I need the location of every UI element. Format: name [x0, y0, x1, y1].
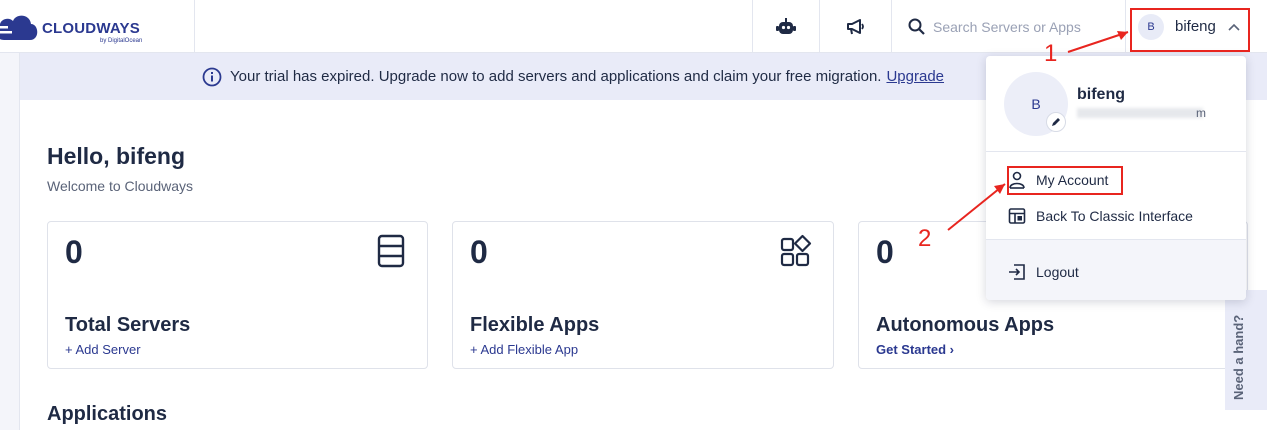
- annotation-box-user-menu: [1130, 8, 1250, 52]
- add-flexible-app-link[interactable]: + Add Flexible App: [470, 342, 578, 357]
- add-server-link[interactable]: + Add Server: [65, 342, 141, 357]
- divider: [986, 151, 1246, 152]
- apps-grid-icon: [780, 234, 812, 267]
- search-input[interactable]: [933, 18, 1113, 35]
- get-started-link[interactable]: Get Started ›: [876, 342, 954, 357]
- annotation-box-my-account: [1007, 166, 1123, 195]
- logo[interactable]: CLOUDWAYS by DigitalOcean: [0, 0, 195, 53]
- server-icon: [377, 234, 405, 268]
- card-title: Flexible Apps: [470, 314, 600, 336]
- dashboard-root: CLOUDWAYS by DigitalOcean Search Servers…: [0, 0, 1267, 430]
- cloud-logo-icon: [0, 15, 38, 40]
- search-box[interactable]: [891, 0, 1125, 53]
- card-title: Total Servers: [65, 314, 191, 336]
- logout-icon: [1009, 264, 1025, 280]
- card-total-servers[interactable]: 0 Total Servers + Add Server: [47, 221, 428, 369]
- email-redacted: [1077, 108, 1203, 118]
- card-flexible-apps[interactable]: 0 Flexible Apps + Add Flexible App: [452, 221, 834, 369]
- megaphone-icon: [846, 18, 864, 34]
- menu-item-logout[interactable]: Logout: [986, 255, 1246, 289]
- edit-avatar-button[interactable]: [1046, 112, 1066, 132]
- pencil-icon: [1052, 118, 1060, 126]
- card-count: 0: [876, 234, 894, 270]
- dropdown-user-name: bifeng: [1077, 86, 1125, 103]
- top-header: CLOUDWAYS by DigitalOcean Search Servers…: [0, 0, 1267, 53]
- page-title: Hello, bifeng: [47, 143, 185, 169]
- card-count: 0: [65, 234, 83, 270]
- email-tail: m: [1196, 106, 1206, 120]
- page-subtitle: Welcome to Cloudways: [47, 178, 194, 194]
- banner-text: Your trial has expired. Upgrade now to a…: [230, 68, 882, 85]
- brand-sub: by DigitalOcean: [100, 38, 143, 44]
- help-tab-label: Need a hand?: [1231, 314, 1246, 400]
- brand-name: CLOUDWAYS: [42, 20, 140, 37]
- upgrade-link[interactable]: Upgrade: [886, 68, 944, 85]
- menu-item-classic-interface[interactable]: Back To Classic Interface: [986, 199, 1246, 233]
- applications-heading: Applications: [47, 403, 168, 425]
- robot-icon: [776, 17, 796, 34]
- menu-item-label: Back To Classic Interface: [1036, 208, 1193, 224]
- bot-button[interactable]: [752, 0, 819, 53]
- card-count: 0: [470, 234, 488, 270]
- announcements-button[interactable]: [819, 0, 891, 53]
- search-icon: [908, 18, 925, 35]
- left-sidebar-strip: [0, 53, 20, 430]
- card-title: Autonomous Apps: [876, 314, 1055, 336]
- classic-layout-icon: [1008, 208, 1026, 224]
- menu-item-label: Logout: [1036, 264, 1079, 280]
- annotation-step-1: 1: [1044, 40, 1058, 67]
- annotation-step-2: 2: [918, 225, 932, 252]
- info-icon: [202, 67, 222, 86]
